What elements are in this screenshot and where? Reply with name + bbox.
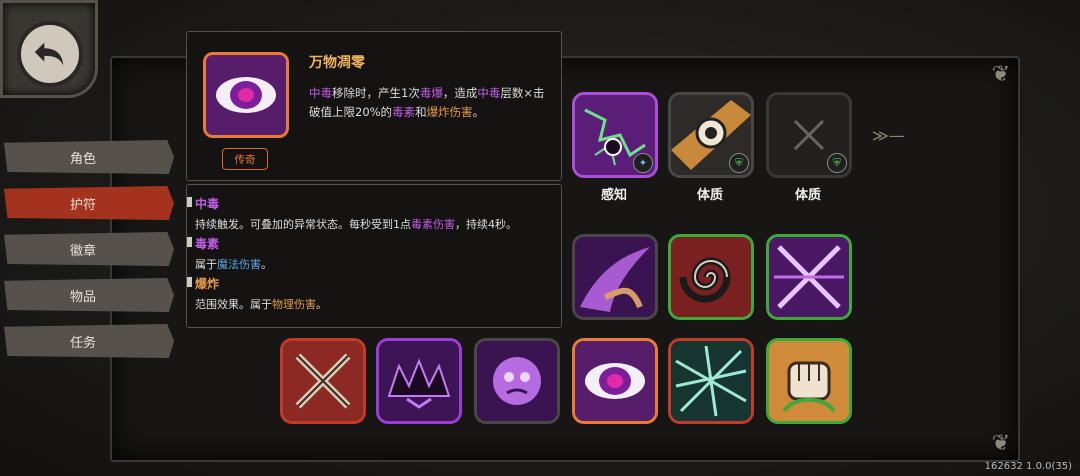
back-arrow-icon: [17, 21, 83, 87]
tab-label: 物品: [69, 289, 96, 305]
ghost-skull-icon: [477, 341, 557, 421]
next-arrow-icon: ≫—: [872, 126, 905, 145]
glossary-definition: 属于魔法伤害。: [195, 258, 272, 271]
charm-slot[interactable]: [766, 338, 852, 424]
glossary-entry-poison: 中毒 持续触发。可叠加的异常状态。每秒受到1点毒素伤害，持续4秒。: [195, 195, 517, 232]
charm-slot-constitution-1[interactable]: ⛨: [668, 92, 754, 178]
withering-eye-icon: [203, 52, 289, 138]
glossary-marker: [187, 237, 192, 247]
charm-slot-perception[interactable]: ✦: [572, 92, 658, 178]
text-segment: 和: [415, 105, 427, 119]
glossary-term: 中毒: [195, 197, 220, 211]
text-segment: 毒爆: [419, 86, 443, 100]
stat-label: 体质: [794, 188, 821, 203]
text-segment: 中毒: [477, 86, 501, 100]
charm-slot[interactable]: [668, 234, 754, 320]
corner-ornament-icon: ❦: [991, 431, 1010, 456]
purple-claw-icon: [575, 237, 655, 317]
charm-slot[interactable]: [572, 234, 658, 320]
text-segment: 。: [316, 298, 327, 311]
rarity-badge: 传奇: [222, 148, 268, 170]
charm-slot[interactable]: [766, 234, 852, 320]
tab-items[interactable]: 物品: [4, 278, 174, 312]
tab-label: 护符: [69, 197, 96, 213]
version-label: 162632 1.0.0(35): [984, 461, 1072, 472]
glossary-entry-explosion: 爆炸 范围效果。属于物理伤害。: [195, 275, 327, 312]
text-segment: ，持续4秒。: [455, 218, 517, 231]
text-segment: 移除时，产生1次: [332, 86, 420, 100]
charm-slot[interactable]: [668, 338, 754, 424]
tab-role[interactable]: 角色: [4, 140, 174, 174]
text-segment: 。: [472, 105, 485, 119]
crossed-swords-icon: [283, 341, 363, 421]
charm-slot[interactable]: [376, 338, 462, 424]
spiral-vortex-icon: [671, 237, 751, 317]
back-button[interactable]: [0, 0, 98, 98]
charm-tooltip: 传奇 万物凋零 中毒移除时，产生1次毒爆，造成中毒层数×击破值上限20%的毒素和…: [186, 31, 562, 181]
tab-label: 徽章: [69, 243, 96, 259]
tab-label: 角色: [69, 151, 96, 167]
tab-quests[interactable]: 任务: [4, 324, 174, 358]
charm-slot-selected[interactable]: [572, 338, 658, 424]
text-segment: 属于: [195, 258, 217, 271]
tab-label: 任务: [69, 335, 96, 351]
clenched-fist-icon: [769, 341, 849, 421]
glossary-term: 爆炸: [195, 277, 220, 291]
text-segment: 毒素: [392, 105, 416, 119]
glossary-marker: [187, 277, 192, 287]
text-segment: 范围效果。属于: [195, 298, 272, 311]
glossary-definition: 范围效果。属于物理伤害。: [195, 298, 327, 311]
keyword-glossary: 中毒 持续触发。可叠加的异常状态。每秒受到1点毒素伤害，持续4秒。 毒素 属于魔…: [186, 184, 562, 328]
shield-badge-icon: ⛨: [729, 153, 749, 173]
shield-badge-icon: ⛨: [827, 153, 847, 173]
charm-description: 中毒移除时，产生1次毒爆，造成中毒层数×击破值上限20%的毒素和爆炸伤害。: [309, 84, 549, 122]
text-segment: 爆炸伤害: [426, 105, 473, 119]
tab-badge[interactable]: 徽章: [4, 232, 174, 266]
text-segment: 物理伤害: [272, 298, 316, 311]
glossary-entry-toxin: 毒素 属于魔法伤害。: [195, 235, 272, 272]
text-segment: 毒素伤害: [411, 218, 455, 231]
slash-web-icon: [671, 341, 751, 421]
tab-charm[interactable]: 护符: [4, 186, 174, 220]
diamond-badge-icon: ✦: [633, 153, 653, 173]
charm-slot[interactable]: [280, 338, 366, 424]
corner-ornament-icon: ❦: [991, 62, 1010, 87]
withering-eye-icon: [575, 341, 655, 421]
charm-slot-constitution-2[interactable]: ⛨: [766, 92, 852, 178]
demon-crown-icon: [379, 341, 459, 421]
charm-slot[interactable]: [474, 338, 560, 424]
charm-title: 万物凋零: [309, 55, 365, 71]
text-segment: 持续触发。可叠加的异常状态。每秒受到1点: [195, 218, 411, 231]
text-segment: ，造成: [442, 86, 478, 100]
stat-label: 感知: [600, 188, 627, 203]
text-segment: 魔法伤害: [217, 258, 261, 271]
crossed-blades-icon: [769, 237, 849, 317]
text-segment: 中毒: [309, 86, 332, 100]
glossary-marker: [187, 197, 192, 207]
glossary-definition: 持续触发。可叠加的异常状态。每秒受到1点毒素伤害，持续4秒。: [195, 218, 517, 231]
text-segment: 。: [261, 258, 272, 271]
glossary-term: 毒素: [195, 237, 220, 251]
stat-label: 体质: [696, 188, 723, 203]
